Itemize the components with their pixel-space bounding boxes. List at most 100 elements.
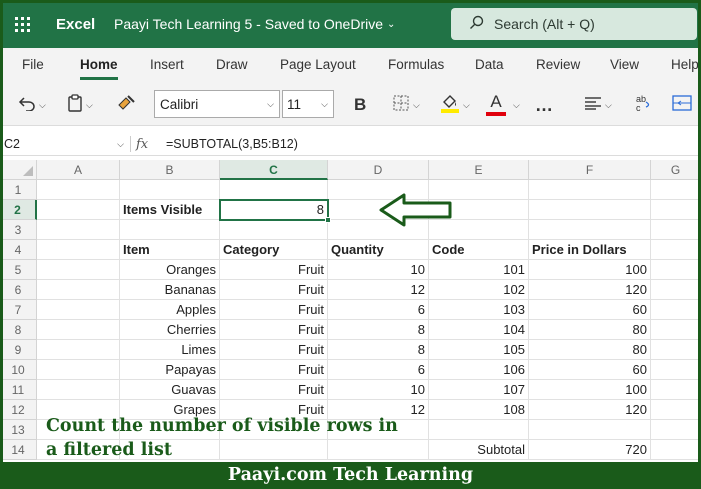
cell[interactable] bbox=[651, 200, 701, 220]
column-header-f[interactable]: F bbox=[529, 160, 651, 180]
cell[interactable] bbox=[120, 220, 220, 240]
table-header[interactable]: Price in Dollars bbox=[529, 240, 651, 260]
formula-input[interactable]: =SUBTOTAL(3,B5:B12) bbox=[166, 132, 298, 156]
table-cell[interactable]: Papayas bbox=[120, 360, 220, 380]
tab-home[interactable]: Home bbox=[80, 57, 118, 80]
table-cell[interactable]: Fruit bbox=[220, 380, 328, 400]
cell[interactable] bbox=[529, 200, 651, 220]
cell[interactable] bbox=[429, 420, 529, 440]
more-options-button[interactable]: … bbox=[535, 84, 553, 126]
table-cell[interactable]: 100 bbox=[529, 380, 651, 400]
table-cell[interactable]: Fruit bbox=[220, 300, 328, 320]
table-cell[interactable]: 8 bbox=[328, 320, 429, 340]
table-cell[interactable]: 102 bbox=[429, 280, 529, 300]
cell[interactable] bbox=[529, 220, 651, 240]
cell[interactable] bbox=[37, 340, 120, 360]
name-box[interactable]: C2 ⌵ bbox=[4, 134, 126, 154]
select-all-corner[interactable] bbox=[0, 160, 37, 180]
cell[interactable] bbox=[37, 260, 120, 280]
table-cell[interactable]: Apples bbox=[120, 300, 220, 320]
table-cell[interactable]: Fruit bbox=[220, 360, 328, 380]
row-header-6[interactable]: 6 bbox=[0, 280, 37, 300]
wrap-text-button[interactable]: ab c bbox=[634, 84, 654, 126]
document-title[interactable]: Paayi Tech Learning 5 - Saved to OneDriv… bbox=[114, 16, 395, 32]
cell[interactable] bbox=[37, 300, 120, 320]
cell[interactable] bbox=[37, 380, 120, 400]
table-cell[interactable]: 60 bbox=[529, 360, 651, 380]
format-painter-button[interactable] bbox=[116, 84, 136, 126]
cell[interactable] bbox=[651, 180, 701, 200]
table-header[interactable]: Quantity bbox=[328, 240, 429, 260]
table-cell[interactable]: Fruit bbox=[220, 340, 328, 360]
tab-insert[interactable]: Insert bbox=[150, 57, 184, 72]
chevron-down-icon[interactable]: ⌵ bbox=[513, 84, 520, 126]
cell[interactable] bbox=[220, 180, 328, 200]
table-cell[interactable]: 10 bbox=[328, 380, 429, 400]
table-header[interactable]: Category bbox=[220, 240, 328, 260]
tab-formulas[interactable]: Formulas bbox=[388, 57, 444, 72]
cell[interactable] bbox=[37, 180, 120, 200]
cell[interactable] bbox=[37, 320, 120, 340]
table-cell[interactable]: 80 bbox=[529, 320, 651, 340]
table-cell[interactable]: Fruit bbox=[220, 280, 328, 300]
cell[interactable] bbox=[529, 180, 651, 200]
items-visible-value[interactable]: 8 bbox=[220, 200, 328, 220]
table-cell[interactable]: Bananas bbox=[120, 280, 220, 300]
row-header-5[interactable]: 5 bbox=[0, 260, 37, 280]
tab-file[interactable]: File bbox=[22, 57, 44, 72]
table-cell[interactable]: 106 bbox=[429, 360, 529, 380]
tab-view[interactable]: View bbox=[610, 57, 639, 72]
table-cell[interactable]: 8 bbox=[328, 340, 429, 360]
subtotal-value[interactable]: 720 bbox=[529, 440, 651, 460]
undo-button[interactable]: ⌵ bbox=[18, 84, 46, 126]
paste-button[interactable]: ⌵ bbox=[67, 84, 93, 126]
cell[interactable] bbox=[651, 400, 701, 420]
column-header-d[interactable]: D bbox=[328, 160, 429, 180]
row-header-4[interactable]: 4 bbox=[0, 240, 37, 260]
table-cell[interactable]: Cherries bbox=[120, 320, 220, 340]
tab-review[interactable]: Review bbox=[536, 57, 580, 72]
tab-help[interactable]: Help bbox=[671, 57, 699, 72]
table-cell[interactable]: Limes bbox=[120, 340, 220, 360]
cell[interactable] bbox=[651, 340, 701, 360]
cell[interactable] bbox=[37, 360, 120, 380]
table-cell[interactable]: 107 bbox=[429, 380, 529, 400]
cell[interactable] bbox=[651, 380, 701, 400]
column-header-g[interactable]: G bbox=[651, 160, 701, 180]
table-cell[interactable]: 80 bbox=[529, 340, 651, 360]
cell[interactable] bbox=[651, 440, 701, 460]
cell[interactable] bbox=[651, 300, 701, 320]
column-header-a[interactable]: A bbox=[37, 160, 120, 180]
subtotal-label[interactable]: Subtotal bbox=[429, 440, 529, 460]
cell[interactable] bbox=[220, 220, 328, 240]
cell[interactable] bbox=[37, 200, 120, 220]
cell[interactable] bbox=[651, 260, 701, 280]
cell[interactable] bbox=[37, 280, 120, 300]
column-header-c[interactable]: C bbox=[220, 160, 328, 180]
row-header-7[interactable]: 7 bbox=[0, 300, 37, 320]
table-cell[interactable]: 100 bbox=[529, 260, 651, 280]
fill-color-button[interactable]: ⌵ bbox=[440, 84, 470, 126]
column-header-e[interactable]: E bbox=[429, 160, 529, 180]
font-color-button[interactable]: A bbox=[486, 84, 506, 126]
table-cell[interactable]: 105 bbox=[429, 340, 529, 360]
table-cell[interactable]: 108 bbox=[429, 400, 529, 420]
cell[interactable] bbox=[651, 360, 701, 380]
cell[interactable] bbox=[651, 240, 701, 260]
column-header-b[interactable]: B bbox=[120, 160, 220, 180]
table-header[interactable]: Code bbox=[429, 240, 529, 260]
tab-page-layout[interactable]: Page Layout bbox=[280, 57, 356, 72]
table-cell[interactable]: 10 bbox=[328, 260, 429, 280]
table-cell[interactable]: 104 bbox=[429, 320, 529, 340]
table-cell[interactable]: 6 bbox=[328, 300, 429, 320]
items-visible-label[interactable]: Items Visible bbox=[120, 200, 220, 220]
cell[interactable] bbox=[651, 320, 701, 340]
cell[interactable] bbox=[37, 220, 120, 240]
table-cell[interactable]: 6 bbox=[328, 360, 429, 380]
fill-handle[interactable] bbox=[325, 217, 331, 223]
table-cell[interactable]: Fruit bbox=[220, 320, 328, 340]
align-button[interactable]: ⌵ bbox=[584, 84, 612, 126]
search-box[interactable]: Search (Alt + Q) bbox=[451, 8, 697, 40]
merge-cells-button[interactable] bbox=[672, 84, 692, 126]
row-header-13[interactable]: 13 bbox=[0, 420, 37, 440]
